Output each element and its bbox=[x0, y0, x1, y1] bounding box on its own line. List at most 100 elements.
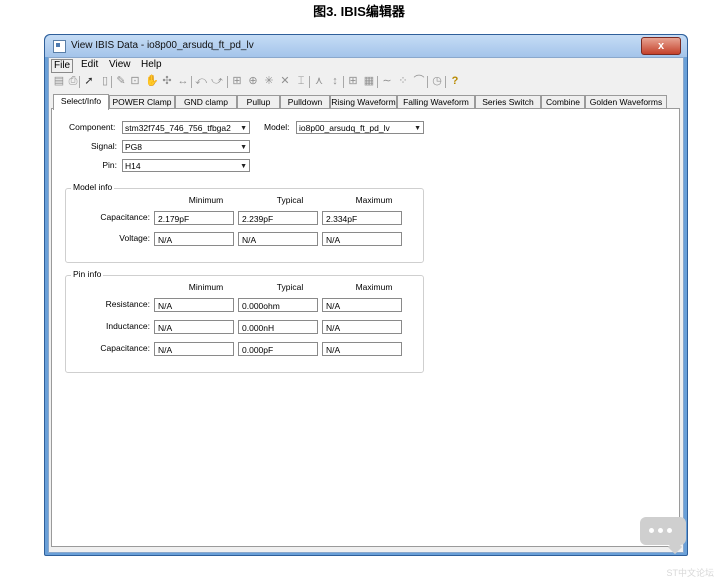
x-marker-icon[interactable]: ✕ bbox=[279, 75, 291, 88]
toolbar-separator bbox=[377, 76, 378, 88]
pin-select[interactable]: H14 ▼ bbox=[122, 159, 250, 172]
col-maximum: Maximum bbox=[355, 195, 393, 205]
col-maximum: Maximum bbox=[355, 282, 393, 292]
chat-bubble-icon[interactable] bbox=[640, 517, 686, 545]
client-area: File Edit View Help ▤ ⎙ ➚ ▯ ✎ ⊡ ✋ ✣ ↔ ⤺ ⤻ ⊞ ⊕ ✳ ✕ ⌶ ⋏ ↕ ⊞ ▦… bbox=[48, 57, 684, 553]
toolbar-separator bbox=[445, 76, 446, 88]
menu-edit[interactable]: Edit bbox=[79, 59, 100, 71]
redo-zoom-icon[interactable]: ⤻ bbox=[211, 75, 223, 88]
crosshair-icon[interactable]: ✣ bbox=[161, 75, 173, 88]
component-select[interactable]: stm32f745_746_756_tfbga2 ▼ bbox=[122, 121, 250, 134]
star-marker-icon[interactable]: ✳ bbox=[263, 75, 275, 88]
resistance-label: Resistance: bbox=[105, 299, 150, 309]
resistance-min-field[interactable]: N/A bbox=[154, 298, 234, 312]
chevron-down-icon: ▼ bbox=[240, 163, 247, 170]
pin-capacitance-label: Capacitance: bbox=[100, 343, 150, 353]
pin-label: Pin: bbox=[102, 160, 117, 170]
undo-zoom-icon[interactable]: ⤺ bbox=[195, 75, 207, 88]
pin-capacitance-max-field[interactable]: N/A bbox=[322, 342, 402, 356]
pin-info-title: Pin info bbox=[71, 269, 104, 279]
zoom-horizontal-icon[interactable]: ↔ bbox=[177, 75, 189, 88]
menu-help[interactable]: Help bbox=[139, 59, 164, 71]
menu-file[interactable]: File bbox=[51, 59, 74, 73]
tab-rising-waveform[interactable]: Rising Waveform bbox=[330, 95, 397, 109]
capacitance-typ-field[interactable]: 2.239pF bbox=[238, 211, 318, 225]
toolbar-separator bbox=[79, 76, 80, 88]
pin-capacitance-typ-field[interactable]: 0.000pF bbox=[238, 342, 318, 356]
zoom-box-icon[interactable]: ⊡ bbox=[129, 75, 141, 88]
tab-series-switch[interactable]: Series Switch bbox=[475, 95, 541, 109]
title-bar[interactable]: View IBIS Data - io8p00_arsudq_ft_pd_lv … bbox=[45, 35, 687, 57]
menu-view[interactable]: View bbox=[107, 59, 133, 71]
signal-label: Signal: bbox=[91, 141, 117, 151]
cursor-bar-icon[interactable]: ⌶ bbox=[295, 75, 307, 88]
copy-icon[interactable]: ▯ bbox=[99, 75, 111, 88]
tab-gnd-clamp[interactable]: GND clamp bbox=[175, 95, 237, 109]
inductance-max-field[interactable]: N/A bbox=[322, 320, 402, 334]
grid-icon[interactable]: ⊞ bbox=[347, 75, 359, 88]
inductance-min-field[interactable]: N/A bbox=[154, 320, 234, 334]
resistance-typ-field[interactable]: 0.000ohm bbox=[238, 298, 318, 312]
tab-select-info[interactable]: Select/Info bbox=[53, 94, 109, 110]
pan-hand-icon[interactable]: ✋ bbox=[145, 75, 159, 88]
chevron-down-icon: ▼ bbox=[414, 125, 421, 132]
tab-pullup[interactable]: Pullup bbox=[237, 95, 280, 109]
pencil-icon[interactable]: ✎ bbox=[115, 75, 127, 88]
scatter-icon[interactable]: ⁘ bbox=[397, 75, 409, 88]
resistance-max-field[interactable]: N/A bbox=[322, 298, 402, 312]
ibis-viewer-window: View IBIS Data - io8p00_arsudq_ft_pd_lv … bbox=[44, 34, 688, 556]
component-label: Component: bbox=[69, 122, 116, 132]
pin-info-group: Pin info Minimum Typical Maximum Resista… bbox=[65, 269, 424, 373]
tab-golden-waveforms[interactable]: Golden Waveforms bbox=[585, 95, 667, 109]
tab-pulldown[interactable]: Pulldown bbox=[280, 95, 330, 109]
signal-select[interactable]: PG8 ▼ bbox=[122, 140, 250, 153]
toolbar-separator bbox=[111, 76, 112, 88]
toolbar-separator bbox=[191, 76, 192, 88]
menu-bar: File Edit View Help bbox=[49, 58, 683, 73]
watermark: ST中文论坛 bbox=[666, 568, 714, 578]
data-table-icon[interactable]: ▦ bbox=[363, 75, 375, 88]
voltage-max-field[interactable]: N/A bbox=[322, 232, 402, 246]
window-title: View IBIS Data - io8p00_arsudq_ft_pd_lv bbox=[71, 40, 254, 51]
app-icon bbox=[53, 40, 66, 53]
capacitance-max-field[interactable]: 2.334pF bbox=[322, 211, 402, 225]
help-icon[interactable]: ? bbox=[449, 75, 461, 88]
figure-caption: 图3. IBIS编辑器 bbox=[313, 4, 405, 19]
capacitance-label: Capacitance: bbox=[100, 212, 150, 222]
inductance-typ-field[interactable]: 0.000nH bbox=[238, 320, 318, 334]
clock-icon[interactable]: ◷ bbox=[431, 75, 443, 88]
toolbar-separator bbox=[227, 76, 228, 88]
voltage-label: Voltage: bbox=[119, 233, 150, 243]
select-info-panel: Component: stm32f745_746_756_tfbga2 ▼ Mod… bbox=[51, 108, 680, 547]
col-minimum: Minimum bbox=[188, 282, 224, 292]
tab-power-clamp[interactable]: POWER Clamp bbox=[109, 95, 175, 109]
measure-icon[interactable]: ⋏ bbox=[313, 75, 325, 88]
pin-capacitance-min-field[interactable]: N/A bbox=[154, 342, 234, 356]
toolbar-separator bbox=[427, 76, 428, 88]
print-icon[interactable]: ⎙ bbox=[67, 75, 79, 88]
model-label: Model: bbox=[264, 122, 290, 132]
tab-combine[interactable]: Combine bbox=[541, 95, 585, 109]
save-icon[interactable]: ▤ bbox=[53, 75, 65, 88]
inductance-label: Inductance: bbox=[106, 321, 150, 331]
arrow-pointer-icon[interactable]: ➚ bbox=[83, 75, 95, 88]
col-minimum: Minimum bbox=[188, 195, 224, 205]
close-button[interactable]: x bbox=[641, 37, 681, 55]
model-info-group: Model info Minimum Typical Maximum Capac… bbox=[65, 182, 424, 263]
chevron-down-icon: ▼ bbox=[240, 144, 247, 151]
tab-falling-waveform[interactable]: Falling Waveform bbox=[397, 95, 475, 109]
spline-icon[interactable]: ⌒ bbox=[413, 75, 425, 88]
toolbar: ▤ ⎙ ➚ ▯ ✎ ⊡ ✋ ✣ ↔ ⤺ ⤻ ⊞ ⊕ ✳ ✕ ⌶ ⋏ ↕ ⊞ ▦ ∼ ⁘ ⌒ ◷? bbox=[49, 73, 683, 91]
voltage-min-field[interactable]: N/A bbox=[154, 232, 234, 246]
model-select[interactable]: io8p00_arsudq_ft_pd_lv ▼ bbox=[296, 121, 424, 134]
col-typical: Typical bbox=[276, 282, 304, 292]
vertical-measure-icon[interactable]: ↕ bbox=[329, 75, 341, 88]
col-typical: Typical bbox=[276, 195, 304, 205]
marker-icon[interactable]: ⊕ bbox=[247, 75, 259, 88]
chevron-down-icon: ▼ bbox=[240, 125, 247, 132]
voltage-typ-field[interactable]: N/A bbox=[238, 232, 318, 246]
model-info-title: Model info bbox=[71, 182, 115, 192]
capacitance-min-field[interactable]: 2.179pF bbox=[154, 211, 234, 225]
curve-icon[interactable]: ∼ bbox=[381, 75, 393, 88]
fit-icon[interactable]: ⊞ bbox=[231, 75, 243, 88]
